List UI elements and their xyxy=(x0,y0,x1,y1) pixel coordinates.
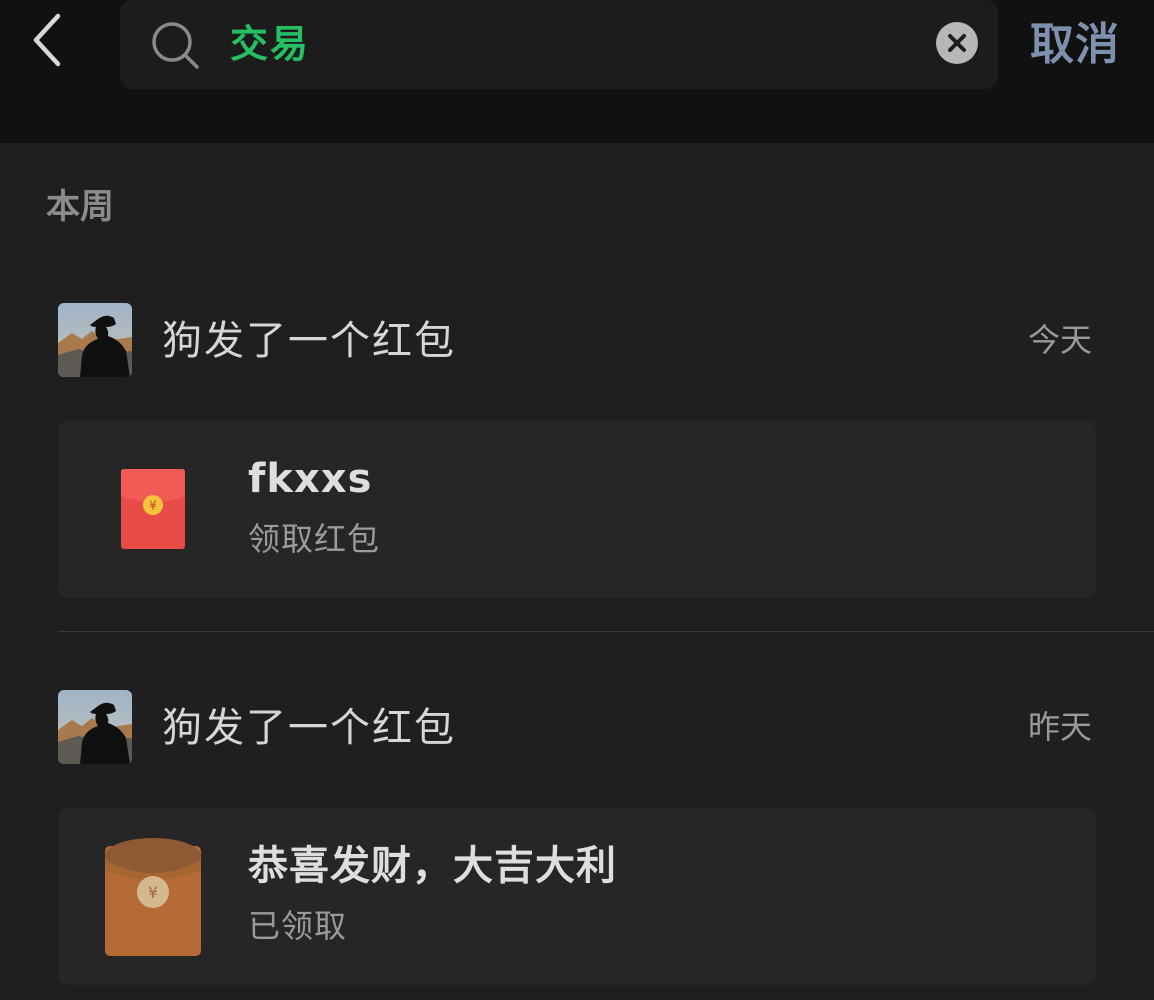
divider xyxy=(58,631,1154,632)
red-packet-card[interactable]: ¥ fkxxs 领取红包 xyxy=(58,421,1096,598)
search-header: 交易 取消 xyxy=(0,0,1154,143)
record-header: 狗发了一个红包 今天 xyxy=(58,303,1098,377)
chevron-left-icon xyxy=(33,13,61,67)
red-packet-title: fkxxs xyxy=(248,456,373,502)
red-packet-title: 恭喜发财，大吉大利 xyxy=(248,843,617,889)
close-icon xyxy=(948,34,966,52)
cancel-button[interactable]: 取消 xyxy=(1030,14,1120,76)
svg-text:¥: ¥ xyxy=(149,499,157,513)
red-packet-status: 领取红包 xyxy=(248,520,381,558)
avatar[interactable] xyxy=(58,690,132,764)
avatar-photo xyxy=(58,690,132,764)
search-icon xyxy=(152,22,199,69)
opened-red-packet-icon: ¥ xyxy=(105,838,201,956)
record-date: 今天 xyxy=(1027,321,1092,359)
search-box[interactable]: 交易 xyxy=(120,0,998,89)
transaction-search-page: 交易 取消 本周 狗发了一个红包 今天 ¥ fkxxs 领取红包 狗发了一个红包… xyxy=(0,0,1154,1000)
record-title: 狗发了一个红包 xyxy=(162,705,456,751)
search-input[interactable]: 交易 xyxy=(230,18,310,70)
avatar[interactable] xyxy=(58,303,132,377)
record-title: 狗发了一个红包 xyxy=(162,318,456,364)
clear-search-button[interactable] xyxy=(936,22,978,64)
back-button[interactable] xyxy=(22,8,72,72)
svg-text:¥: ¥ xyxy=(148,883,158,902)
avatar-photo xyxy=(58,303,132,377)
section-title: 本周 xyxy=(46,187,114,227)
red-packet-icon: ¥ xyxy=(121,469,185,549)
record-date: 昨天 xyxy=(1027,708,1092,746)
red-packet-status: 已领取 xyxy=(248,907,348,945)
red-packet-card[interactable]: ¥ 恭喜发财，大吉大利 已领取 xyxy=(58,808,1096,985)
record-header: 狗发了一个红包 昨天 xyxy=(58,690,1098,764)
